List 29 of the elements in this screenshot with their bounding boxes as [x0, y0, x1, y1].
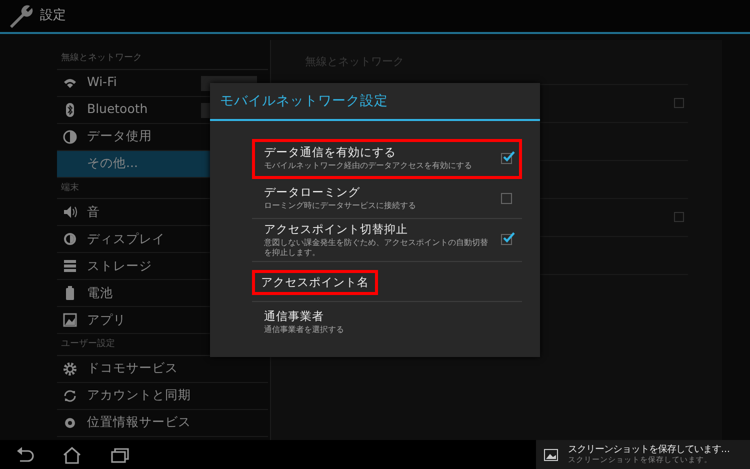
- settings-icon: [63, 362, 77, 376]
- dialog-title: モバイルネットワーク設定: [210, 83, 540, 121]
- image-icon: [544, 448, 558, 460]
- notification-title: スクリーンショットを保存しています...: [568, 445, 730, 456]
- settings-item[interactable]: アクセスポイント名: [252, 262, 522, 302]
- bluetooth-icon: [63, 102, 77, 116]
- screen-title: 設定: [40, 7, 66, 26]
- image-icon: [63, 313, 77, 327]
- checkbox[interactable]: [501, 152, 512, 164]
- home-icon: [62, 446, 82, 464]
- sync-icon: [63, 388, 77, 402]
- brightness-icon: [63, 232, 77, 246]
- settings-item[interactable]: データローミング ローミング時にデータサービスに接続する: [252, 179, 522, 219]
- section-header: 無線とネットワーク: [57, 48, 268, 70]
- recent-apps-icon: [110, 446, 130, 464]
- checkbox[interactable]: [501, 192, 512, 204]
- battery-icon: [63, 286, 77, 300]
- checkbox[interactable]: [674, 98, 684, 108]
- sidebar-item[interactable]: アカウントと同期: [57, 382, 268, 410]
- checkbox[interactable]: [501, 234, 512, 246]
- checkbox[interactable]: [674, 212, 684, 222]
- settings-item[interactable]: データ通信を有効にする モバイルネットワーク経由のデータアクセスを有効にする: [252, 139, 522, 179]
- settings-item[interactable]: アクセスポイント切替抑止 意図しない課金発生を防ぐため、アクセスポイントの自動切替を抑止します。: [252, 219, 522, 262]
- wrench-icon: [8, 4, 34, 28]
- storage-icon: [63, 259, 77, 273]
- speaker-icon: [63, 205, 77, 219]
- sidebar-item[interactable]: 位置情報サービス: [57, 410, 268, 436]
- location-icon: [63, 416, 77, 430]
- pie-chart-icon: [63, 130, 77, 144]
